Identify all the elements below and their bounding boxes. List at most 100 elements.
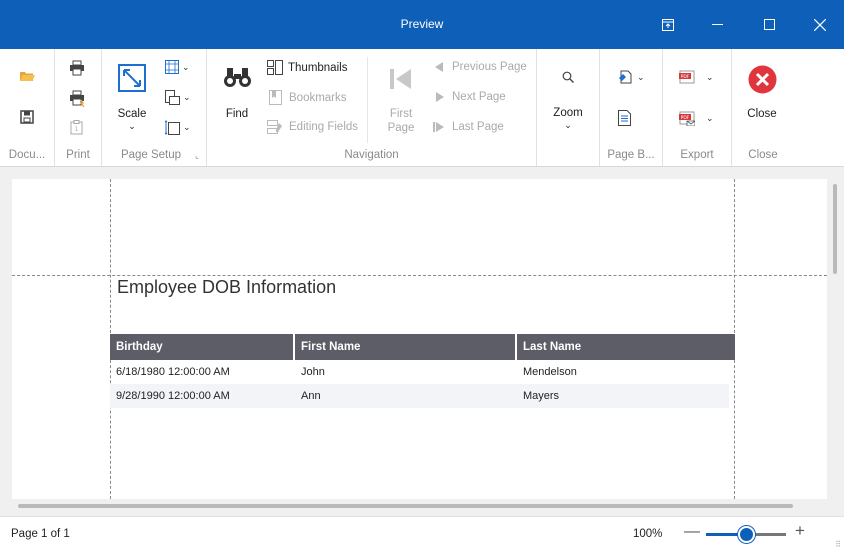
bookmarks-label: Bookmarks bbox=[289, 91, 347, 104]
zoom-in-button[interactable]: + bbox=[795, 521, 805, 541]
column-header-birthday: Birthday bbox=[110, 334, 293, 360]
svg-text:PDF: PDF bbox=[681, 115, 690, 121]
page-color-chevron-icon: ⌄ bbox=[637, 71, 645, 82]
scale-button[interactable] bbox=[118, 64, 146, 92]
print-group-label: Print bbox=[66, 149, 90, 161]
horizontal-scrollbar[interactable] bbox=[18, 504, 793, 508]
find-button[interactable] bbox=[223, 65, 252, 89]
watermark-icon bbox=[618, 110, 631, 126]
open-folder-icon bbox=[20, 72, 35, 81]
title-bar: Preview bbox=[0, 0, 844, 49]
quick-print-icon bbox=[70, 90, 85, 107]
quick-print-button[interactable] bbox=[69, 90, 86, 107]
page-info: Page 1 of 1 bbox=[11, 528, 70, 540]
size-button[interactable]: ⌄ bbox=[165, 120, 191, 135]
ribbon: Docu... 1 Print Scale ⌄ ⌄ ⌄ ⌄ Page Setup… bbox=[0, 49, 844, 167]
orientation-button[interactable]: ⌄ bbox=[165, 90, 191, 105]
page-background-group-label: Page B... bbox=[607, 149, 655, 161]
print-button[interactable] bbox=[69, 60, 85, 76]
editing-fields-button[interactable]: Editing Fields bbox=[267, 120, 358, 134]
ribbon-display-icon bbox=[662, 18, 674, 31]
thumbnails-label: Thumbnails bbox=[288, 61, 348, 74]
first-page-label-line1: First bbox=[389, 108, 413, 120]
navigation-group: Find Thumbnails Bookmarks Editing Fields… bbox=[207, 49, 537, 166]
minimize-button[interactable] bbox=[694, 0, 740, 49]
bookmarks-button[interactable]: Bookmarks bbox=[269, 90, 347, 105]
cell-birthday: 6/18/1980 12:00:00 AM bbox=[116, 366, 230, 378]
zoom-slider[interactable] bbox=[706, 526, 786, 543]
svg-text:1: 1 bbox=[75, 126, 79, 133]
employee-table: Birthday First Name Last Name 6/18/1980 … bbox=[110, 334, 735, 408]
orientation-icon bbox=[165, 90, 180, 105]
resize-grip-icon[interactable]: ⠿ bbox=[835, 540, 841, 549]
size-chevron-icon: ⌄ bbox=[183, 122, 191, 132]
minimize-icon bbox=[711, 24, 723, 25]
print-group: 1 Print bbox=[55, 49, 102, 166]
document-viewer[interactable]: Employee DOB Information Birthday First … bbox=[0, 167, 844, 516]
svg-text:PDF: PDF bbox=[681, 74, 690, 80]
close-label: Close bbox=[747, 108, 777, 120]
scale-icon bbox=[118, 64, 146, 92]
previous-page-icon bbox=[435, 62, 443, 72]
navigation-separator bbox=[367, 57, 368, 143]
page-color-button[interactable]: ⌄ bbox=[618, 69, 645, 85]
close-preview-button[interactable] bbox=[748, 65, 777, 94]
export-group-label: Export bbox=[680, 149, 714, 161]
magnifier-icon bbox=[562, 71, 574, 83]
column-header-first-name: First Name bbox=[295, 334, 515, 360]
thumbnails-button[interactable]: Thumbnails bbox=[267, 60, 347, 75]
binoculars-icon bbox=[224, 68, 251, 87]
close-window-button[interactable] bbox=[797, 0, 843, 49]
first-page-icon bbox=[390, 69, 411, 89]
maximize-button[interactable] bbox=[746, 0, 792, 49]
cell-first-name: John bbox=[301, 366, 325, 378]
export-to-button[interactable]: PDF ⌄ bbox=[679, 69, 714, 85]
scale-chevron-icon: ⌄ bbox=[128, 121, 136, 131]
close-circle-icon bbox=[748, 65, 777, 94]
vertical-scrollbar[interactable] bbox=[833, 184, 837, 274]
next-page-icon bbox=[436, 92, 444, 102]
dialog-launcher-icon[interactable]: ⌞ bbox=[195, 151, 199, 160]
send-via-email-chevron-icon: ⌄ bbox=[706, 112, 714, 123]
page-color-icon bbox=[619, 70, 632, 84]
zoom-group: Zoom ⌄ bbox=[537, 49, 600, 166]
page-setup-group-label: Page Setup bbox=[120, 149, 182, 161]
maximize-icon bbox=[763, 19, 775, 30]
thumbnails-icon bbox=[267, 60, 283, 75]
zoom-slider-thumb[interactable] bbox=[738, 526, 755, 543]
restore-ribbon-button[interactable] bbox=[645, 0, 691, 49]
last-page-button[interactable]: Last Page bbox=[433, 121, 504, 133]
save-button[interactable] bbox=[20, 110, 34, 124]
previous-page-button[interactable]: Previous Page bbox=[435, 61, 527, 73]
send-via-email-button[interactable]: PDF ⌄ bbox=[679, 110, 714, 126]
cell-last-name: Mayers bbox=[523, 390, 560, 402]
cell-last-name: Mendelson bbox=[523, 366, 577, 378]
save-icon bbox=[20, 110, 34, 124]
navigation-group-label: Navigation bbox=[344, 149, 399, 161]
bookmark-icon bbox=[269, 90, 282, 105]
next-page-button[interactable]: Next Page bbox=[436, 91, 506, 103]
status-bar: Page 1 of 1 100% — + ⠿ bbox=[0, 516, 844, 552]
first-page-button[interactable] bbox=[389, 68, 413, 90]
report-page: Employee DOB Information Birthday First … bbox=[12, 179, 827, 499]
watermark-button[interactable] bbox=[618, 110, 631, 126]
margins-icon bbox=[165, 60, 179, 74]
clipboard-icon: 1 bbox=[70, 120, 83, 135]
export-to-chevron-icon: ⌄ bbox=[706, 71, 714, 82]
top-margin-guide bbox=[12, 275, 827, 276]
previous-page-label: Previous Page bbox=[452, 61, 527, 73]
editing-fields-icon bbox=[267, 120, 282, 134]
close-icon bbox=[814, 18, 826, 31]
zoom-out-button[interactable]: — bbox=[684, 523, 700, 541]
first-page-label-line2: Page bbox=[387, 122, 415, 134]
zoom-button[interactable] bbox=[562, 71, 574, 83]
export-group: PDF ⌄ PDF ⌄ Export bbox=[663, 49, 732, 166]
find-label: Find bbox=[225, 108, 249, 120]
email-pdf-icon: PDF bbox=[679, 111, 695, 126]
margins-button[interactable]: ⌄ bbox=[165, 60, 190, 74]
page-settings-button[interactable]: 1 bbox=[70, 120, 83, 135]
zoom-level[interactable]: 100% bbox=[633, 528, 662, 540]
close-group-label: Close bbox=[748, 149, 778, 161]
open-button[interactable] bbox=[19, 69, 35, 83]
pdf-export-icon: PDF bbox=[679, 70, 695, 84]
